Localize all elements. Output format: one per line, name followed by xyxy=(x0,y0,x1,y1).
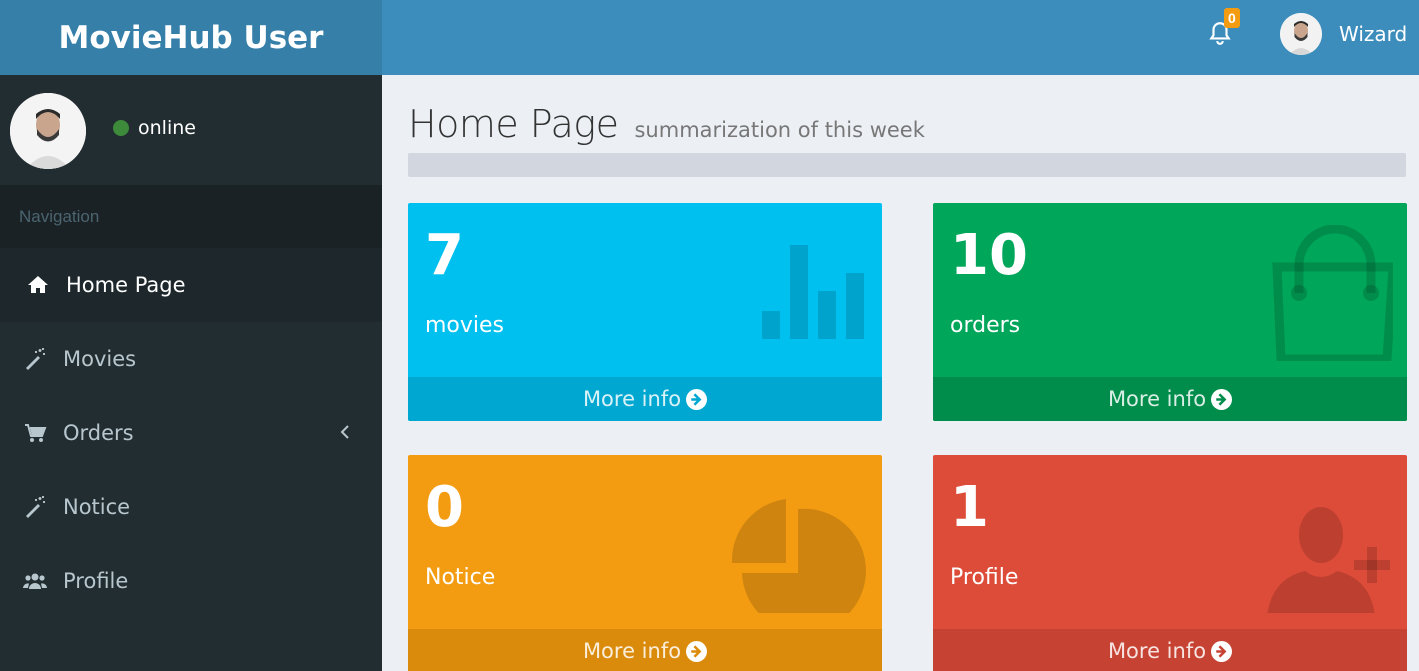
more-info-label: More info xyxy=(582,639,682,663)
sidebar-item-home[interactable]: Home Page xyxy=(0,248,382,322)
status-dot xyxy=(113,120,129,136)
top-navbar: 0 Wizard xyxy=(382,0,1419,75)
avatar xyxy=(1280,13,1322,55)
sidebar-item-orders[interactable]: Orders xyxy=(0,396,382,470)
orders-info-box: 10 orders More info xyxy=(933,203,1407,421)
arrow-circle-right-icon xyxy=(686,640,708,662)
notice-count: 0 xyxy=(425,475,464,540)
notice-more-info-link[interactable]: More info xyxy=(408,629,882,671)
orders-count: 10 xyxy=(950,223,1028,288)
online-status: online xyxy=(113,117,196,139)
page-title: Home Page xyxy=(408,102,619,146)
orders-more-info-link[interactable]: More info xyxy=(933,377,1407,421)
profile-count: 1 xyxy=(950,475,989,540)
sidebar-item-movies[interactable]: Movies xyxy=(0,322,382,396)
movies-more-info-link[interactable]: More info xyxy=(408,377,882,421)
app-logo[interactable]: MovieHub User xyxy=(0,0,382,75)
movies-count: 7 xyxy=(425,223,464,288)
page-subtitle: summarization of this week xyxy=(634,118,925,142)
notice-info-box: 0 Notice More info xyxy=(408,455,882,671)
more-info-label: More info xyxy=(1107,387,1207,411)
movies-info-box: 7 movies More info xyxy=(408,203,882,421)
more-info-label: More info xyxy=(1107,639,1207,663)
user-panel: online xyxy=(0,75,382,185)
arrow-circle-right-icon xyxy=(1211,388,1233,410)
notice-label: Notice xyxy=(425,565,496,590)
orders-label: orders xyxy=(950,313,1021,338)
sidebar-item-label: Movies xyxy=(63,347,137,371)
bell-icon xyxy=(1207,22,1233,50)
sidebar-item-label: Profile xyxy=(63,569,129,593)
profile-label: Profile xyxy=(950,565,1019,590)
bar-chart-icon xyxy=(762,245,864,339)
user-menu[interactable]: Wizard xyxy=(1280,13,1407,55)
notification-badge: 0 xyxy=(1224,8,1240,28)
sidebar-item-notice[interactable]: Notice xyxy=(0,470,382,544)
sidebar-item-label: Notice xyxy=(63,495,131,519)
notifications-button[interactable]: 0 xyxy=(1207,8,1240,50)
profile-info-box: 1 Profile More info xyxy=(933,455,1407,671)
sidebar: online Navigation Home Page Movies Order… xyxy=(0,75,382,671)
profile-more-info-link[interactable]: More info xyxy=(933,629,1407,671)
arrow-circle-right-icon xyxy=(686,388,708,410)
sidebar-item-label: Home Page xyxy=(66,273,186,297)
avatar xyxy=(10,93,86,169)
sidebar-item-profile[interactable]: Profile xyxy=(0,544,382,618)
breadcrumb xyxy=(408,153,1406,177)
arrow-circle-right-icon xyxy=(1211,640,1233,662)
cart-icon xyxy=(22,420,48,446)
magic-wand-icon xyxy=(22,494,48,520)
pie-chart-icon xyxy=(732,499,866,613)
shopping-bag-icon xyxy=(1272,225,1393,361)
chevron-left-icon[interactable] xyxy=(338,420,352,444)
more-info-label: More info xyxy=(582,387,682,411)
movies-label: movies xyxy=(425,313,505,338)
users-icon xyxy=(22,568,48,594)
sidebar-item-label: Orders xyxy=(63,421,134,445)
page-header: Home Page summarization of this week xyxy=(408,102,925,146)
magic-wand-icon xyxy=(22,346,48,372)
add-user-icon xyxy=(1267,507,1390,613)
home-icon xyxy=(25,272,51,298)
status-text: online xyxy=(138,117,196,139)
user-name: Wizard xyxy=(1339,22,1408,46)
nav-header: Navigation xyxy=(0,185,382,248)
